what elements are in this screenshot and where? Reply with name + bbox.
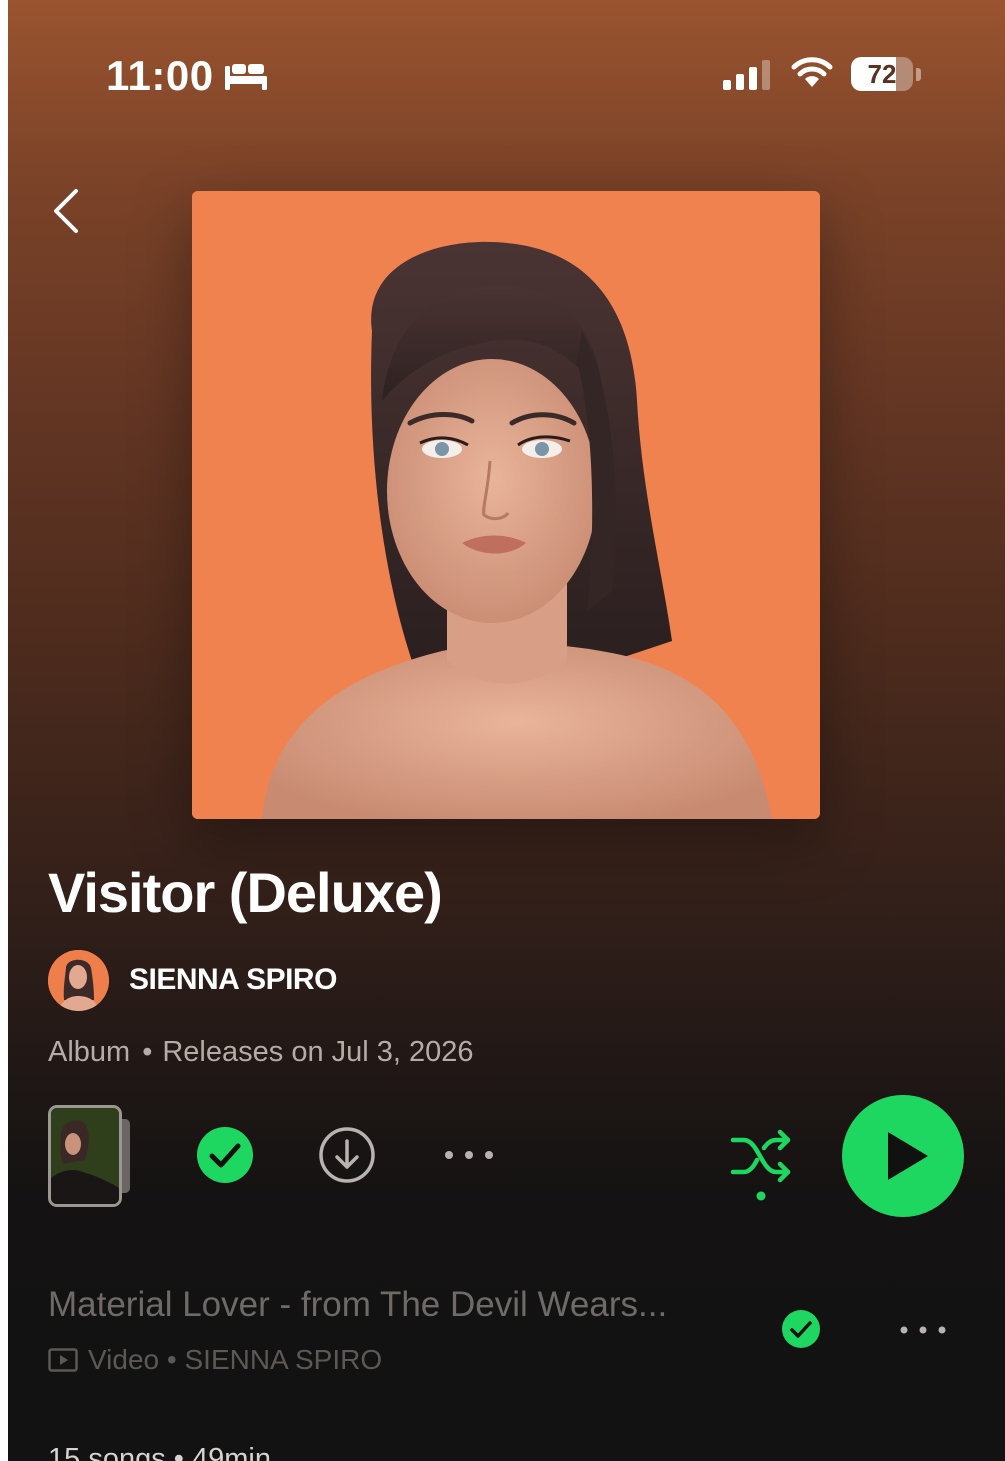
more-options-button[interactable] — [440, 1136, 498, 1174]
album-cover — [192, 191, 820, 819]
release-date: Releases on Jul 3, 2026 — [162, 1036, 474, 1068]
download-icon — [335, 1139, 359, 1169]
track-artist: SIENNA SPIRO — [184, 1344, 383, 1375]
wifi-icon — [791, 57, 833, 87]
track-more-button[interactable] — [896, 1318, 950, 1342]
status-time: 11:00 — [106, 52, 214, 99]
artist-name[interactable]: SIENNA SPIRO — [129, 963, 337, 997]
track-type: Video — [88, 1344, 160, 1375]
album-title: Visitor (Deluxe) — [48, 861, 443, 924]
play-icon — [888, 1132, 928, 1180]
track-separator: • — [159, 1344, 185, 1375]
album-meta: Album • Releases on Jul 3, 2026 — [48, 1036, 474, 1069]
play-button[interactable] — [842, 1095, 964, 1217]
album-screen: 11:00 72 Visitor (Deluxe) SIENNA SPIRO A… — [0, 0, 1005, 1461]
more-icon — [445, 1151, 493, 1159]
saved-button[interactable] — [196, 1126, 254, 1184]
shuffle-button[interactable] — [728, 1126, 794, 1206]
track-subtitle: Video • SIENNA SPIRO — [48, 1344, 382, 1376]
artist-avatar[interactable] — [48, 950, 109, 1011]
battery-level: 72 — [867, 59, 897, 89]
shuffle-icon — [730, 1129, 791, 1183]
signal-icon — [723, 60, 770, 90]
album-type: Album — [48, 1036, 131, 1068]
track-title[interactable]: Material Lover - from The Devil Wears... — [48, 1285, 728, 1325]
screen-edge — [0, 0, 8, 1461]
album-preview-thumbnail[interactable] — [48, 1105, 136, 1207]
meta-separator: • — [142, 1036, 153, 1068]
track-saved-button[interactable] — [781, 1309, 821, 1349]
bed-icon — [225, 64, 267, 90]
back-button[interactable] — [46, 185, 90, 237]
download-button[interactable] — [318, 1126, 376, 1184]
more-icon — [900, 1326, 946, 1334]
battery-indicator: 72 — [851, 57, 921, 93]
video-icon — [48, 1348, 78, 1372]
chevron-left-icon — [54, 189, 78, 233]
album-summary: 15 songs • 49min — [48, 1443, 271, 1461]
album-cover-art — [192, 191, 820, 819]
